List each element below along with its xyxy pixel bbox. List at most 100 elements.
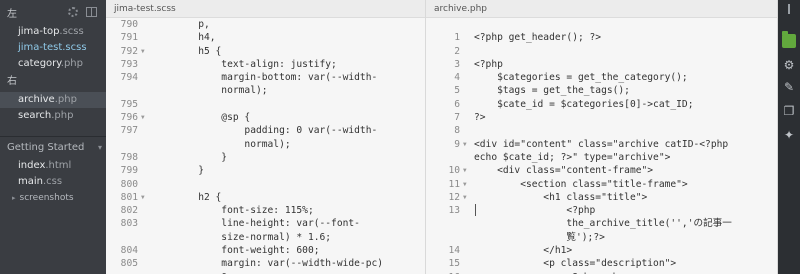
- code-text: $tags = get_the_tags();: [474, 85, 630, 97]
- code-line[interactable]: 15 <p class="description">: [426, 257, 777, 270]
- line-number: 2: [454, 45, 460, 57]
- line-number: 798: [120, 151, 138, 163]
- code-line[interactable]: 9 ▼ <div id="content" class="archive catID…: [426, 138, 777, 151]
- code-line[interactable]: 790 p,: [106, 18, 425, 31]
- code-line[interactable]: 2: [426, 45, 777, 58]
- line-number: 1: [454, 32, 460, 44]
- sidebar-file-category[interactable]: category.php: [0, 56, 106, 72]
- bulb-icon[interactable]: ✦: [782, 128, 796, 142]
- file-name: archive: [18, 94, 55, 105]
- code-area-right[interactable]: 1 <?php get_header(); ?> 2 3 <?php 4 $categor…: [426, 18, 777, 274]
- sidebar-file-jima-test[interactable]: jima-test.scss: [0, 40, 106, 56]
- code-line[interactable]: 792 ▼ h5 {: [106, 45, 425, 58]
- code-text: font-size: 115%;: [152, 205, 314, 217]
- code-text: }: [152, 165, 204, 177]
- toggle-panel-icon[interactable]: [86, 7, 97, 17]
- code-line[interactable]: 799 }: [106, 164, 425, 177]
- code-line[interactable]: 804 font-weight: 600;: [106, 244, 425, 257]
- file-ext: .html: [45, 160, 72, 171]
- code-line[interactable]: 覧');?>: [426, 231, 777, 244]
- code-line[interactable]: 16 <?php echo: [426, 271, 777, 274]
- code-line[interactable]: 14 </h1>: [426, 244, 777, 257]
- code-line[interactable]: size-normal) * 1.6;: [106, 231, 425, 244]
- sidebar-file-search[interactable]: search.php: [0, 108, 106, 124]
- code-line[interactable]: [426, 18, 777, 31]
- code-text: h4,: [152, 32, 216, 44]
- fold-arrow-icon[interactable]: ▼: [463, 138, 467, 151]
- code-line[interactable]: 805 margin: var(--width-wide-pc): [106, 257, 425, 270]
- fold-arrow-icon[interactable]: ▼: [463, 164, 467, 177]
- line-number: 8: [454, 125, 460, 137]
- line-number: 801: [120, 191, 138, 203]
- code-line[interactable]: 803 line-height: var(--font-: [106, 217, 425, 230]
- code-line[interactable]: 3 <?php: [426, 58, 777, 71]
- chevron-right-icon[interactable]: ▸: [12, 194, 16, 202]
- code-text: text-align: justify;: [152, 58, 337, 70]
- fold-arrow-icon[interactable]: ▼: [463, 191, 467, 204]
- code-line[interactable]: 796 ▼ @sp {: [106, 111, 425, 124]
- code-line[interactable]: 798 }: [106, 151, 425, 164]
- code-line[interactable]: 11 ▼ <section class="title-frame">: [426, 178, 777, 191]
- code-line[interactable]: 0;: [106, 271, 425, 274]
- code-line[interactable]: 6 $cate_id = $categories[0]->cat_ID;: [426, 98, 777, 111]
- code-area-left[interactable]: 790 p, 791 h4, 792 ▼ h5 {793 text-align: ju…: [106, 18, 425, 274]
- code-line[interactable]: 4 $categories = get_the_category();: [426, 71, 777, 84]
- fold-arrow-icon[interactable]: ▼: [141, 191, 145, 204]
- copy-icon[interactable]: ❐: [782, 104, 796, 118]
- code-line[interactable]: 12 ▼ <h1 class="title">: [426, 191, 777, 204]
- editor-pane-left[interactable]: jima-test.scss 790 p, 791 h4, 792 ▼ h5 {793…: [106, 0, 426, 274]
- fold-arrow-icon[interactable]: ▼: [141, 45, 145, 58]
- code-line[interactable]: 10 ▼ <div class="content-frame">: [426, 164, 777, 177]
- code-text: $cate_id = $categories[0]->cat_ID;: [474, 98, 694, 110]
- code-line[interactable]: 795: [106, 98, 425, 111]
- editor-tab-right[interactable]: archive.php: [426, 0, 777, 18]
- code-line[interactable]: 8: [426, 124, 777, 137]
- line-number: 11: [448, 178, 460, 190]
- code-text: <?php: [474, 58, 503, 70]
- code-line[interactable]: 802 font-size: 115%;: [106, 204, 425, 217]
- pane-left-label: 左: [7, 8, 17, 20]
- code-text: margin: var(--width-wide-pc): [152, 258, 384, 270]
- editor-tab-left[interactable]: jima-test.scss: [106, 0, 425, 18]
- code-line[interactable]: 13 <?php: [426, 204, 777, 217]
- file-name: main: [18, 176, 43, 187]
- sidebar-file-jima-top[interactable]: jima-top.scss: [0, 24, 106, 40]
- file-ext: .css: [43, 176, 63, 187]
- code-line[interactable]: 1 <?php get_header(); ?>: [426, 31, 777, 44]
- code-text: }: [152, 151, 228, 163]
- code-line[interactable]: 5 $tags = get_the_tags();: [426, 84, 777, 97]
- line-number: 12: [448, 191, 460, 203]
- php-icon[interactable]: ⚙: [782, 58, 796, 72]
- folder-icon[interactable]: [782, 31, 796, 48]
- subfolder-screenshots[interactable]: ▸ screenshots: [0, 190, 106, 206]
- code-line[interactable]: echo $cate_id; ?>" type="archive">: [426, 151, 777, 164]
- gear-icon[interactable]: [68, 7, 78, 17]
- scroll-indicator-icon[interactable]: [788, 4, 790, 14]
- code-line[interactable]: 794 margin-bottom: var(--width-: [106, 71, 425, 84]
- fold-arrow-icon[interactable]: ▼: [141, 111, 145, 124]
- code-line[interactable]: 800: [106, 178, 425, 191]
- sidebar-header: 左: [0, 0, 106, 24]
- code-text: normal);: [152, 138, 291, 150]
- sidebar-file-main[interactable]: main.css: [0, 174, 106, 190]
- subfolder-title: screenshots: [19, 193, 74, 203]
- sidebar-file-index[interactable]: index.html: [0, 158, 106, 174]
- folder-getting-started[interactable]: Getting Started ▾: [0, 136, 106, 158]
- code-line[interactable]: normal);: [106, 84, 425, 97]
- sidebar-file-archive[interactable]: archive.php: [0, 92, 106, 108]
- code-line[interactable]: normal);: [106, 138, 425, 151]
- line-number: 15: [448, 258, 460, 270]
- code-line[interactable]: 791 h4,: [106, 31, 425, 44]
- code-line[interactable]: the_archive_title('','の記事一: [426, 217, 777, 230]
- code-line[interactable]: 797 padding: 0 var(--width-: [106, 124, 425, 137]
- code-line[interactable]: 7 ?>: [426, 111, 777, 124]
- wand-icon[interactable]: ✎: [782, 80, 796, 94]
- chevron-down-icon[interactable]: ▾: [98, 137, 102, 159]
- code-line[interactable]: 801 ▼ h2 {: [106, 191, 425, 204]
- code-line[interactable]: 793 text-align: justify;: [106, 58, 425, 71]
- editor-pane-right[interactable]: archive.php 1 <?php get_header(); ?> 2 3 <?p…: [426, 0, 778, 274]
- code-text: <div id="content" class="archive catID-<…: [474, 138, 729, 150]
- file-ext: .scss: [59, 26, 84, 37]
- fold-arrow-icon[interactable]: ▼: [463, 178, 467, 191]
- file-ext: .php: [60, 58, 83, 69]
